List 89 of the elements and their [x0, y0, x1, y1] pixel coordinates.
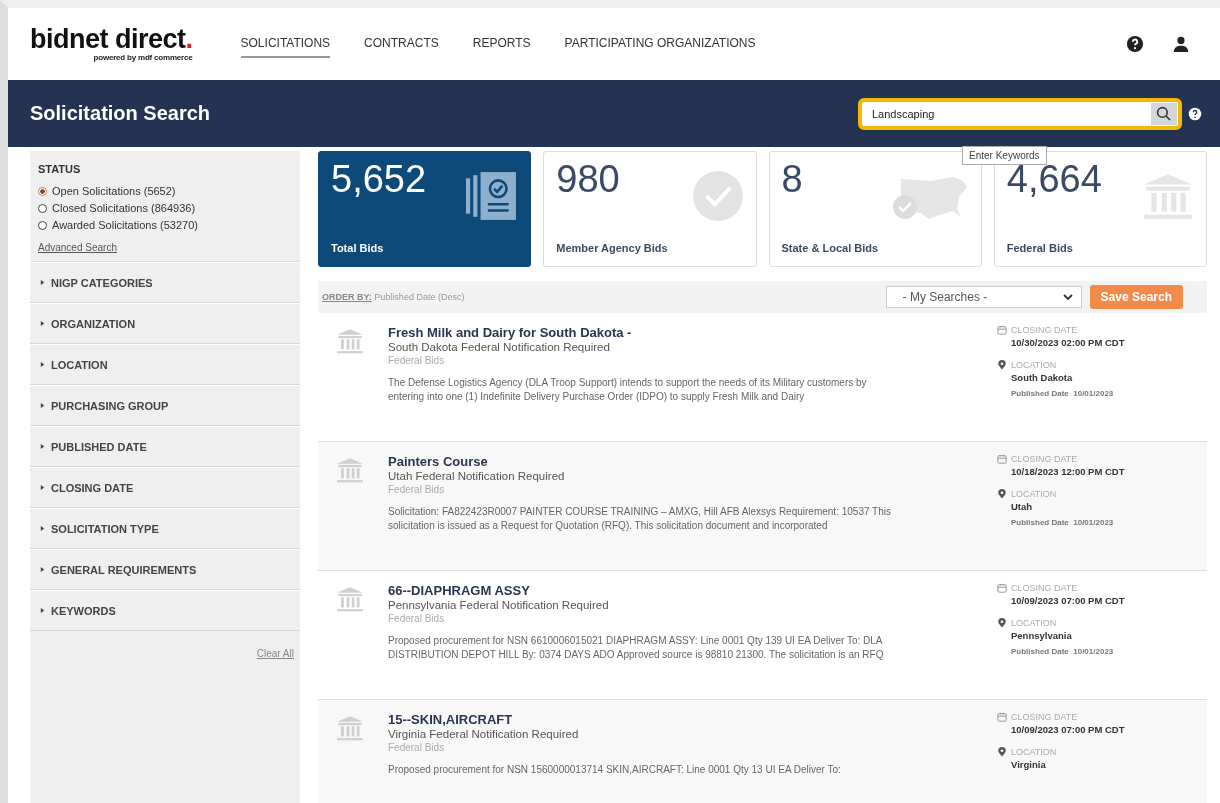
filter-section[interactable]: KEYWORDS: [30, 590, 300, 631]
result-title-link[interactable]: Fresh Milk and Dairy for South Dakota -: [388, 325, 899, 340]
location-pin-icon: [997, 618, 1007, 628]
filter-section[interactable]: PUBLISHED DATE: [30, 426, 300, 467]
result-title-link[interactable]: 66--DIAPHRAGM ASSY: [388, 583, 899, 598]
nav-tab[interactable]: SOLICITATIONS: [240, 30, 331, 58]
calendar-icon: [997, 454, 1007, 464]
caret-icon: [40, 403, 45, 408]
result-description: The Defense Logistics Agency (DLA Troop Support) intends to support the needs of its Military customers by entering into one (1) Indefinite Delivery Purchase Order (IDPO) to supply Fresh Milk and Dairy: [388, 376, 868, 404]
published-date: Published Date 10/01/2023: [1011, 389, 1115, 398]
calendar-icon: [997, 712, 1007, 722]
filter-section[interactable]: CLOSING DATE: [30, 467, 300, 508]
result-category: Federal Bids: [388, 355, 446, 366]
caret-icon: [40, 485, 45, 490]
caret-icon: [40, 526, 45, 531]
result-category: Federal Bids: [388, 613, 446, 624]
tooltip: Enter Keywords: [962, 145, 1047, 165]
caret-icon: [40, 280, 45, 285]
building-icon: [336, 456, 364, 484]
closing-date: 10/18/2023 12:00 PM CDT: [1011, 466, 1126, 477]
closing-date: 10/09/2023 07:00 PM CDT: [1011, 724, 1126, 735]
page-title: Solicitation Search: [30, 102, 211, 125]
caret-icon: [40, 444, 45, 449]
caret-icon: [40, 321, 45, 326]
filter-section[interactable]: GENERAL REQUIREMENTS: [30, 549, 300, 590]
caret-icon: [40, 608, 45, 613]
published-date: Published Date 10/01/2023: [1011, 518, 1115, 527]
result-subtitle: Pennsylvania Federal Notification Required: [388, 599, 610, 611]
filter-section[interactable]: ORGANIZATION: [30, 303, 300, 344]
closing-date-label: CLOSING DATE: [1011, 454, 1078, 464]
result-title-link[interactable]: 15--SKIN,AIRCRAFT: [388, 712, 899, 727]
closing-date-label: CLOSING DATE: [1011, 583, 1078, 593]
chevron-down-icon: [1062, 294, 1073, 300]
location-pin-icon: [997, 747, 1007, 757]
nav-tab[interactable]: REPORTS: [472, 30, 531, 58]
brand-logo[interactable]: bidnet direct. powered by mdf commerce: [30, 26, 193, 62]
result-description: Proposed procurement for NSN 6610006015021 DIAPHRAGM ASSY: Line 0001 Qty 139 UI EA Deliver To: DLA DISTRIBUTION DEPOT HILL By: 0374 DAYS ADO Approved source is 98810 21300. The solicitation is an RFQ: [388, 634, 885, 662]
status-radio[interactable]: Open Solicitations (5652): [38, 183, 292, 200]
location-value: South Dakota: [1011, 372, 1074, 383]
result-description: Solicitation: FA822423R0007 PAINTER COURSE TRAINING – AMXG, Hill AFB Alexsys Requirement: 10537 This solicitation is issued as a Request for Quotation (RFQ). This solicitation document and incorporated: [388, 505, 892, 533]
result-subtitle: Utah Federal Notification Required: [388, 470, 566, 482]
sort-value: Published Date (Desc): [374, 292, 465, 302]
location-label: LOCATION: [1011, 747, 1057, 757]
my-searches-dropdown[interactable]: - My Searches -: [885, 286, 1082, 308]
search-field[interactable]: Landscaping: [858, 97, 1182, 130]
stat-card[interactable]: 980 Member Agency Bids: [543, 151, 757, 267]
location-value: Virginia: [1011, 759, 1047, 770]
status-radio[interactable]: Closed Solicitations (864936): [38, 200, 292, 217]
help-icon[interactable]: [1188, 106, 1202, 121]
checkmark-icon: [691, 170, 744, 222]
filter-section[interactable]: LOCATION: [30, 344, 300, 385]
nav-tab[interactable]: PARTICIPATING ORGANIZATIONS: [564, 30, 756, 58]
caret-icon: [40, 567, 45, 572]
section-heading: STATUS: [38, 163, 82, 175]
closing-date: 10/09/2023 07:00 PM CDT: [1011, 595, 1126, 606]
result-title-link[interactable]: Painters Course: [388, 454, 899, 469]
closing-date: 10/30/2023 02:00 PM CDT: [1011, 337, 1126, 348]
result-subtitle: South Dakota Federal Notification Required: [388, 341, 611, 353]
building-icon: [336, 714, 364, 742]
filter-section[interactable]: NIGP CATEGORIES: [30, 262, 300, 303]
document-icon: [466, 170, 519, 222]
help-icon[interactable]: [1126, 35, 1144, 53]
result-description: Proposed procurement for NSN 1560000013714 SKIN,AIRCRAFT: Line 0001 Qty 13 UI EA Deliver To:: [388, 763, 842, 777]
result-category: Federal Bids: [388, 742, 446, 753]
user-icon[interactable]: [1172, 35, 1190, 53]
status-radio[interactable]: Awarded Solicitations (53270): [38, 217, 292, 234]
calendar-icon: [997, 325, 1007, 335]
filter-section[interactable]: PURCHASING GROUP: [30, 385, 300, 426]
result-category: Federal Bids: [388, 484, 446, 495]
location-value: Utah: [1011, 501, 1034, 512]
search-button[interactable]: [1151, 102, 1177, 125]
calendar-icon: [997, 583, 1007, 593]
closing-date-label: CLOSING DATE: [1011, 712, 1078, 722]
nav-tab[interactable]: CONTRACTS: [364, 30, 439, 58]
advanced-search-link[interactable]: Advanced Search: [38, 242, 292, 253]
location-label: LOCATION: [1011, 618, 1057, 628]
building-icon: [336, 327, 364, 355]
building-icon: [336, 585, 364, 613]
location-label: LOCATION: [1011, 360, 1057, 370]
closing-date-label: CLOSING DATE: [1011, 325, 1078, 335]
published-date: Published Date 10/01/2023: [1011, 647, 1115, 656]
caret-icon: [40, 362, 45, 367]
location-pin-icon: [997, 360, 1007, 370]
location-value: Pennsylvania: [1011, 630, 1073, 641]
filter-section[interactable]: SOLICITATION TYPE: [30, 508, 300, 549]
location-label: LOCATION: [1011, 489, 1057, 499]
location-pin-icon: [997, 489, 1007, 499]
stat-card[interactable]: 5,652 Total Bids: [318, 151, 532, 267]
result-subtitle: Virginia Federal Notification Required: [388, 728, 580, 740]
